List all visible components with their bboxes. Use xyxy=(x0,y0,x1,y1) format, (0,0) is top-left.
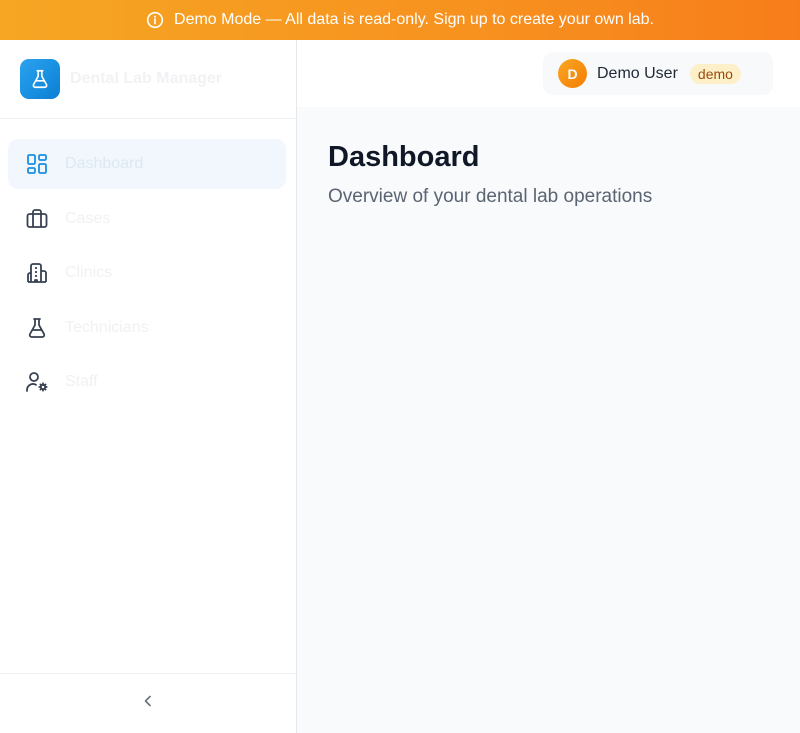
sidebar-item-cases[interactable]: Cases xyxy=(8,194,286,244)
sidebar-item-dashboard[interactable]: Dashboard xyxy=(8,139,286,189)
user-cog-icon xyxy=(25,370,49,394)
collapse-sidebar-button[interactable] xyxy=(136,692,160,716)
flask-icon xyxy=(20,59,60,99)
sidebar-item-technicians[interactable]: Technicians xyxy=(8,303,286,353)
sidebar-item-label: Staff xyxy=(65,373,98,390)
user-name: Demo User xyxy=(597,64,678,82)
sidebar-item-staff[interactable]: Staff xyxy=(8,357,286,407)
sidebar-item-label: Clinics xyxy=(65,264,113,281)
building-icon xyxy=(25,261,49,285)
demo-mode-banner: Demo Mode — All data is read-only. Sign … xyxy=(0,0,800,40)
role-badge: demo xyxy=(689,63,741,84)
flask-icon xyxy=(25,316,49,340)
sidebar-item-clinics[interactable]: Clinics xyxy=(8,248,286,298)
sidebar-item-label: Technicians xyxy=(65,318,149,336)
sidebar: Dental Lab Manager Dashboard Cases Clini… xyxy=(0,40,297,733)
brand: Dental Lab Manager xyxy=(0,40,296,119)
dashboard-icon xyxy=(25,152,49,176)
page-subtitle: Overview of your dental lab operations xyxy=(328,186,653,207)
user-menu[interactable]: D Demo User demo xyxy=(543,52,773,95)
briefcase-icon xyxy=(25,207,49,231)
sidebar-footer xyxy=(0,673,296,733)
banner-text: Demo Mode — All data is read-only. Sign … xyxy=(174,11,654,28)
info-icon xyxy=(146,11,164,29)
page-title: Dashboard xyxy=(328,141,480,173)
sidebar-item-label: Cases xyxy=(65,209,111,227)
brand-name: Dental Lab Manager xyxy=(70,70,223,87)
chevron-left-icon xyxy=(141,694,155,713)
sidebar-item-label: Dashboard xyxy=(65,155,144,172)
sidebar-nav: Dashboard Cases Clinics Technicians Staf… xyxy=(0,119,296,407)
avatar: D xyxy=(558,59,587,88)
main-content: Dashboard Overview of your dental lab op… xyxy=(297,107,800,733)
top-bar: D Demo User demo xyxy=(297,40,800,107)
